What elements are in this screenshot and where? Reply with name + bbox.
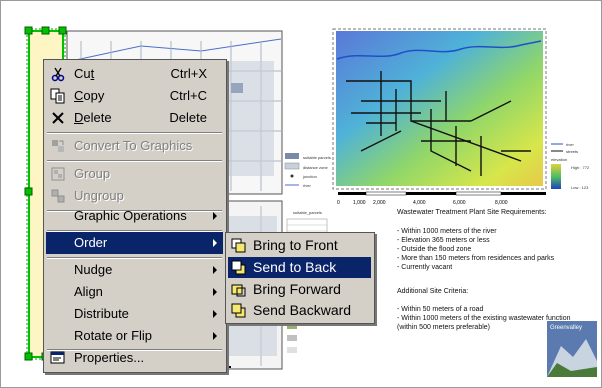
svg-text:2,000: 2,000: [373, 200, 386, 206]
copy-icon: [50, 88, 65, 104]
delete-x-icon: [52, 112, 64, 124]
submenu-item-label: Bring to Front: [253, 237, 338, 253]
menu-item-label: Graphic Operations: [74, 208, 187, 223]
svg-text:(within 500 meters preferable): (within 500 meters preferable): [397, 324, 490, 331]
menu-item-label: Ungroup: [74, 188, 124, 203]
svg-text:- More than 150 meters from re: - More than 150 meters from residences a…: [397, 255, 555, 262]
menu-separator: [47, 160, 222, 162]
menu-item-graphic-operations[interactable]: Graphic Operations: [46, 205, 223, 227]
shortcut-label: Ctrl+C: [169, 88, 207, 103]
submenu-item-send-to-back[interactable]: Send to Back: [228, 257, 371, 278]
menu-item-label: Copy: [74, 88, 105, 103]
greenvalley-thumbnail: Greenvalley: [547, 321, 597, 377]
menu-item-label: Order: [74, 235, 108, 250]
submenu-arrow-icon: [213, 266, 217, 274]
menu-item-order[interactable]: Order: [46, 232, 223, 254]
properties-icon: [50, 351, 65, 364]
svg-text:streets: streets: [566, 149, 578, 154]
menu-item-rotate-or-flip[interactable]: Rotate or Flip: [46, 325, 223, 347]
menu-item-label: Align: [74, 284, 103, 299]
submenu-arrow-icon: [213, 239, 217, 247]
svg-text:suitable parcels: suitable parcels: [303, 155, 331, 160]
menu-separator: [47, 132, 222, 134]
menu-item-copy[interactable]: Copy Ctrl+C: [46, 85, 223, 107]
svg-text:suitable_parcels: suitable_parcels: [293, 210, 322, 215]
requirements-text: Wastewater Treatment Plant Site Requirem…: [397, 209, 571, 331]
svg-text:junction: junction: [302, 174, 317, 179]
submenu-item-bring-forward[interactable]: Bring Forward: [228, 279, 371, 300]
menu-item-label: Cut: [74, 66, 95, 81]
svg-text:6,000: 6,000: [453, 200, 466, 206]
send-backward-icon: [231, 303, 246, 318]
bring-forward-icon: [231, 284, 246, 297]
bring-to-front-icon: [231, 238, 246, 253]
svg-text:river: river: [303, 183, 311, 188]
menu-item-nudge[interactable]: Nudge: [46, 259, 223, 281]
svg-text:High : 772: High : 772: [571, 165, 590, 170]
svg-text:4,000: 4,000: [413, 200, 426, 206]
elevation-raster: [336, 31, 543, 186]
svg-text:Wastewater Treatment Plant Sit: Wastewater Treatment Plant Site Requirem…: [397, 209, 547, 216]
menu-item-label: Distribute: [74, 306, 129, 321]
menu-item-properties[interactable]: Properties...: [46, 347, 223, 369]
submenu-arrow-icon: [213, 288, 217, 296]
menu-item-label: Group: [74, 166, 111, 181]
submenu-item-label: Bring Forward: [253, 281, 341, 297]
scissors-icon: [51, 67, 65, 82]
menu-item-distribute[interactable]: Distribute: [46, 303, 223, 325]
svg-text:- Currently vacant: - Currently vacant: [397, 264, 452, 271]
svg-text:1,000: 1,000: [353, 200, 366, 206]
submenu-arrow-icon: [213, 332, 217, 340]
menu-item-label: Convert To Graphics: [74, 138, 193, 153]
svg-text:- Within 1000 meters of the ri: - Within 1000 meters of the river: [397, 228, 497, 235]
menu-item-label: Nudge: [74, 262, 113, 277]
menu-item-ungroup: Ungroup: [46, 185, 223, 207]
menu-item-label: Rotate or Flip: [74, 328, 153, 343]
svg-text:distance zone: distance zone: [303, 165, 328, 170]
group-icon: [51, 167, 65, 181]
submenu-item-send-backward[interactable]: Send Backward: [228, 300, 371, 321]
menu-item-label: Properties...: [74, 350, 145, 365]
svg-text:Low : 123: Low : 123: [571, 185, 589, 190]
order-submenu: Bring to Front Send to Back Bring Forwar…: [225, 232, 375, 324]
svg-text:elevation: elevation: [551, 157, 567, 162]
menu-item-group: Group: [46, 163, 223, 185]
svg-text:8,000: 8,000: [495, 200, 508, 206]
context-menu: Cut Ctrl+X Copy Ctrl+C Delete Delete Con…: [43, 59, 227, 373]
svg-text:- Within 1000 meters of the ex: - Within 1000 meters of the existing was…: [397, 315, 571, 322]
svg-text:river: river: [566, 142, 574, 147]
menu-item-cut[interactable]: Cut Ctrl+X: [46, 63, 223, 85]
convert-graphics-icon: [52, 140, 64, 152]
map-legend: river streets elevation High : 772 Low :…: [551, 142, 590, 190]
submenu-item-label: Send to Back: [253, 259, 337, 275]
svg-text:- Outside the flood zone: - Outside the flood zone: [397, 246, 471, 253]
submenu-item-label: Send Backward: [253, 302, 352, 318]
submenu-arrow-icon: [213, 212, 217, 220]
svg-text:Greenvalley: Greenvalley: [550, 325, 582, 331]
send-to-back-icon: [231, 260, 246, 275]
menu-item-delete[interactable]: Delete Delete: [46, 107, 223, 129]
menu-item-align[interactable]: Align: [46, 281, 223, 303]
menu-item-label: Delete: [74, 110, 112, 125]
svg-text:0: 0: [337, 200, 340, 206]
submenu-item-bring-to-front[interactable]: Bring to Front: [228, 235, 371, 256]
scale-bar: 0 1,000 2,000 4,000 6,000 8,000: [337, 191, 546, 206]
layout-view[interactable]: suitable parcels distance zone junction …: [0, 0, 602, 388]
shortcut-label: Delete: [169, 110, 207, 125]
small-legend: suitable parcels distance zone junction …: [284, 153, 331, 188]
svg-text:- Elevation 365 meters or less: - Elevation 365 meters or less: [397, 237, 490, 244]
ungroup-icon: [51, 189, 65, 203]
svg-text:- Within 50 meters of a road: - Within 50 meters of a road: [397, 306, 483, 313]
svg-text:Additional Site Criteria:: Additional Site Criteria:: [397, 288, 468, 295]
menu-item-convert-to-graphics: Convert To Graphics: [46, 135, 223, 157]
shortcut-label: Ctrl+X: [170, 66, 207, 81]
submenu-arrow-icon: [213, 310, 217, 318]
